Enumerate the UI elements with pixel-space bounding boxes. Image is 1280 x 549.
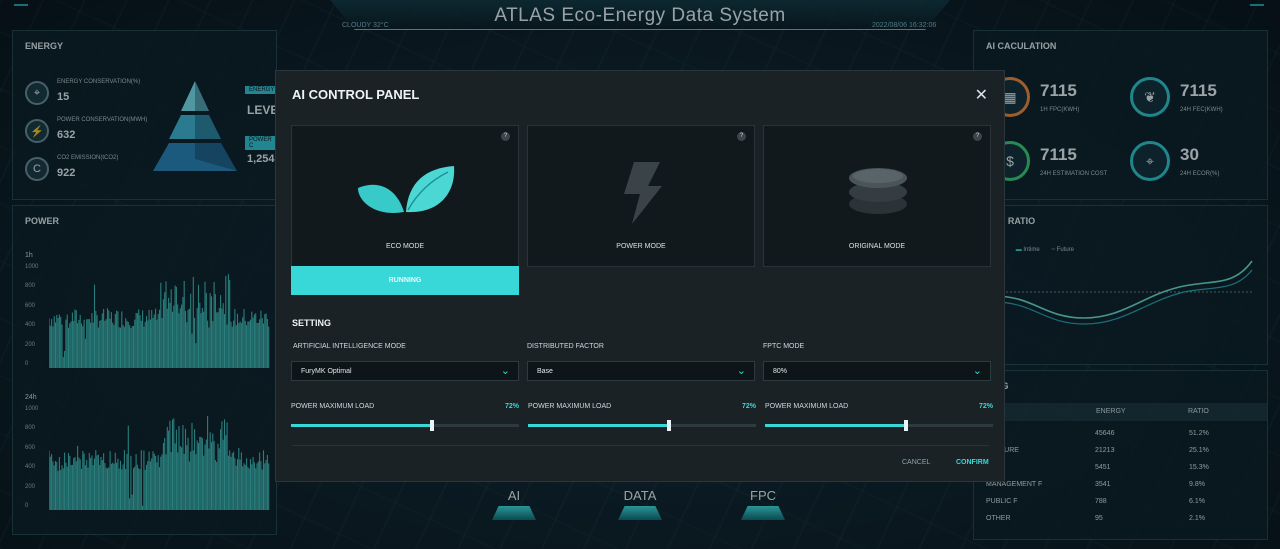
select-value: FuryMK Optimal bbox=[301, 368, 352, 375]
chevron-down-icon: ⌄ bbox=[736, 365, 746, 377]
leaf-icon bbox=[358, 166, 455, 213]
chevron-down-icon: ⌄ bbox=[500, 365, 510, 377]
cancel-button[interactable]: CANCEL bbox=[902, 459, 930, 466]
modal-title: AI CONTROL PANEL bbox=[292, 87, 420, 102]
slider-track[interactable] bbox=[528, 420, 756, 431]
slider-label: POWER MAXIMUM LOAD bbox=[291, 403, 375, 410]
slider-fill bbox=[528, 424, 670, 427]
dashboard-root: ATLAS Eco-Energy Data System CLOUDY 32°C… bbox=[0, 0, 1280, 549]
ai-mode-label: ARTIFICIAL INTELLIGENCE MODE bbox=[293, 343, 406, 350]
eco-mode-card[interactable]: ? ECO MODE bbox=[291, 125, 519, 267]
fptc-mode-select[interactable]: 80% ⌄ bbox=[763, 361, 991, 381]
slider-fill bbox=[291, 424, 433, 427]
help-icon[interactable]: ? bbox=[737, 132, 746, 141]
modal-divider bbox=[292, 445, 989, 446]
slider-percent: 72% bbox=[979, 403, 994, 410]
slider-handle[interactable] bbox=[904, 420, 909, 431]
slider-label: POWER MAXIMUM LOAD bbox=[528, 403, 612, 410]
close-icon[interactable]: ✕ bbox=[975, 85, 988, 105]
slider-percent: 72% bbox=[505, 403, 520, 410]
select-value: Base bbox=[537, 368, 553, 375]
bolt-icon bbox=[624, 162, 662, 224]
mode-label: ORIGINAL MODE bbox=[848, 243, 906, 250]
slider-handle[interactable] bbox=[430, 420, 435, 431]
mode-label: ECO MODE bbox=[385, 243, 425, 250]
distributed-factor-select[interactable]: Base ⌄ bbox=[527, 361, 755, 381]
slider-fill bbox=[765, 424, 907, 427]
mode-label: POWER MODE bbox=[616, 243, 666, 250]
original-mode-card[interactable]: ? ORIGINAL MODE bbox=[763, 125, 991, 267]
fptc-mode-label: FPTC MODE bbox=[763, 343, 805, 350]
slider-track[interactable] bbox=[291, 420, 519, 431]
confirm-button[interactable]: CONFIRM bbox=[956, 459, 989, 466]
slider-label: POWER MAXIMUM LOAD bbox=[765, 403, 849, 410]
slider-track[interactable] bbox=[765, 420, 993, 431]
slider-percent: 72% bbox=[742, 403, 757, 410]
chevron-down-icon: ⌄ bbox=[972, 365, 982, 377]
slider-handle[interactable] bbox=[667, 420, 672, 431]
help-icon[interactable]: ? bbox=[973, 132, 982, 141]
distributed-factor-label: DISTRIBUTED FACTOR bbox=[527, 343, 604, 350]
select-value: 80% bbox=[773, 368, 788, 375]
stack-icon bbox=[849, 168, 907, 214]
setting-title: SETTING bbox=[292, 318, 332, 328]
power-mode-card[interactable]: ? POWER MODE bbox=[527, 125, 755, 267]
running-status: RUNNING bbox=[291, 266, 519, 295]
ai-control-panel-modal: AI CONTROL PANEL ✕ ? ECO MODE ? POWER MO… bbox=[275, 70, 1005, 482]
help-icon[interactable]: ? bbox=[501, 132, 510, 141]
ai-mode-select[interactable]: FuryMK Optimal ⌄ bbox=[291, 361, 519, 381]
